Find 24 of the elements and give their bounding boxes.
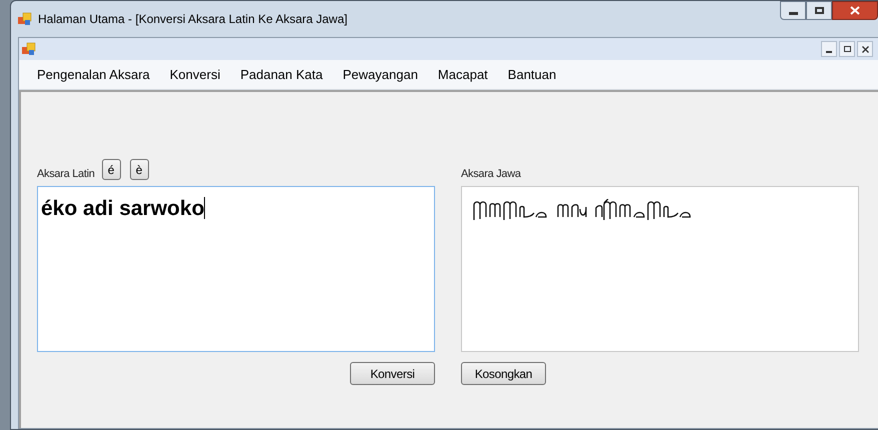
menu-item[interactable]: Pewayangan	[332, 64, 428, 84]
menu-item[interactable]: Bantuan	[498, 64, 566, 84]
child-close-button[interactable]	[857, 41, 873, 57]
close-icon	[850, 6, 860, 15]
accent-button[interactable]: é	[102, 159, 121, 180]
accent-button[interactable]: è	[130, 159, 149, 180]
maximize-button[interactable]	[806, 1, 832, 20]
clear-button[interactable]: Kosongkan	[461, 362, 546, 385]
menu-item[interactable]: Macapat	[428, 64, 498, 84]
window-title: Halaman Utama - [Konversi Aksara Latin Ke Aksara Jawa]	[38, 11, 348, 28]
menu-item[interactable]: Konversi	[160, 64, 230, 84]
menu-item[interactable]: Padanan Kata	[230, 64, 333, 84]
convert-button[interactable]: Konversi	[350, 362, 435, 385]
close-button[interactable]	[832, 1, 878, 20]
field-label: Aksara Latin	[37, 166, 95, 182]
latin-text-area[interactable]: éko adi sarwoko	[37, 186, 435, 352]
field-label: Aksara Jawa	[461, 166, 521, 182]
close-icon	[862, 46, 868, 52]
app-icon	[22, 42, 36, 56]
menu-item[interactable]: Pengenalan Aksara	[27, 64, 160, 84]
app-icon	[18, 12, 32, 26]
minimize-button[interactable]	[780, 1, 806, 20]
child-restore-button[interactable]	[839, 41, 855, 57]
child-minimize-button[interactable]	[821, 41, 837, 57]
